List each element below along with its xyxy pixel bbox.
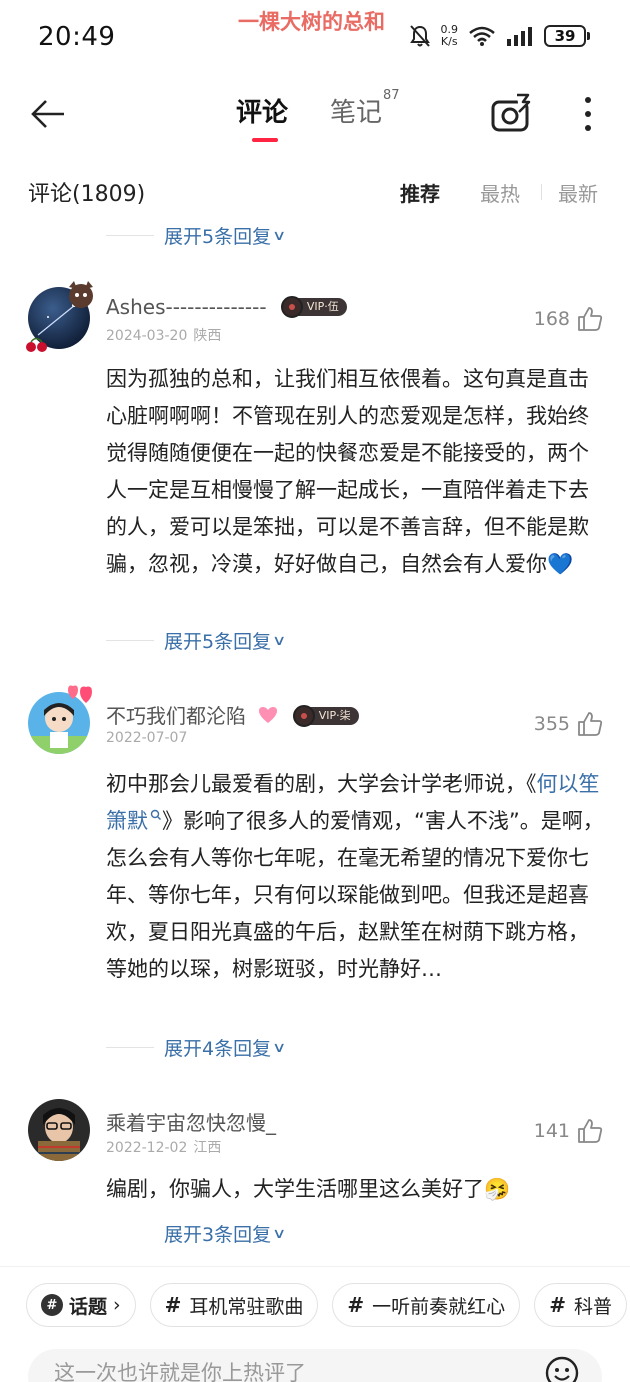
emoji-icon[interactable] [544, 1355, 580, 1382]
sort-hot[interactable]: 最热 [480, 178, 520, 207]
vip-badge: VIP·柒 [292, 704, 359, 727]
sort-divider [541, 184, 542, 200]
camera-icon[interactable] [490, 92, 532, 134]
wifi-icon [469, 26, 495, 46]
search-icon [150, 809, 161, 820]
tab-notes[interactable]: 笔记87 [330, 88, 400, 129]
comment-count: 评论(1809) [28, 182, 146, 207]
topic-chip[interactable]: # 话题 › [26, 1283, 136, 1327]
header: 评论 笔记87 [0, 78, 630, 150]
chevron-down-icon: ∨ [272, 227, 287, 244]
hashtag-chip[interactable]: # 耳机常驻歌曲 [149, 1283, 319, 1327]
network-speed: 0.9 K/s [440, 23, 459, 48]
active-tab-indicator [252, 138, 278, 142]
comment-date: 2022-12-02 [106, 1140, 188, 1156]
comment-text: 初中那会儿最爱看的剧，大学会计学老师说，《何以笙箫默 》影响了很多人的爱情观，“害… [106, 772, 604, 981]
topic-icon: # [41, 1294, 63, 1316]
comment-text: 编剧，你骗人，大学生活哪里这么美好了🤧 [106, 1177, 511, 1201]
comment-meta: 2022-07-07 [106, 730, 187, 746]
username[interactable]: 乘着宇宙忽快忽慢_ [106, 1107, 276, 1136]
signal-icon [507, 27, 532, 46]
avatar-decoration [69, 281, 93, 308]
topic-chips: # 话题 › # 耳机常驻歌曲 # 一听前奏就红心 # 科普 [26, 1283, 627, 1327]
more-icon[interactable] [576, 94, 600, 134]
notes-count: 87 [383, 88, 400, 104]
like-count: 141 [533, 1120, 570, 1142]
battery-icon: 39 [544, 25, 590, 47]
back-button[interactable] [28, 94, 68, 134]
username[interactable]: Ashes-------------- VIP·伍 [106, 295, 347, 319]
comments-toolbar: 评论(1809) 推荐 最热 最新 [0, 170, 630, 210]
expand-replies-button[interactable]: 展开3条回复 ∨ [106, 1220, 287, 1247]
comment-meta: 2022-12-02 江西 [106, 1137, 221, 1157]
like-count: 168 [533, 308, 570, 330]
status-time: 20:49 [38, 22, 116, 52]
comment-location: 江西 [193, 1140, 222, 1156]
comment-input[interactable] [54, 1361, 514, 1382]
heart-badge-icon [259, 706, 278, 723]
expand-replies-button[interactable]: 展开5条回复 ∨ [106, 627, 287, 654]
comment-location: 陕西 [193, 328, 222, 344]
bottom-bar: # 话题 › # 耳机常驻歌曲 # 一听前奏就红心 # 科普 [0, 1266, 630, 1382]
hashtag-chip[interactable]: # 科普 [534, 1283, 627, 1327]
hashtag-icon: # [347, 1293, 365, 1317]
comment-input-bar[interactable] [28, 1349, 602, 1382]
sort-recommend[interactable]: 推荐 [400, 178, 440, 207]
thumbs-up-icon [578, 307, 603, 331]
mute-icon [409, 25, 430, 47]
tab-comments[interactable]: 评论 [236, 92, 288, 142]
like-count: 355 [533, 713, 570, 735]
expand-replies-button[interactable]: 展开4条回复 ∨ [106, 1034, 287, 1061]
expand-replies-button[interactable]: 展开5条回复 ∨ [106, 222, 287, 249]
chevron-down-icon: ∨ [272, 1039, 287, 1056]
status-icons: 0.9 K/s 39 [409, 23, 590, 48]
like-button[interactable]: 168 [534, 305, 604, 333]
heart-decoration [68, 685, 92, 703]
chevron-right-icon: › [113, 1294, 121, 1316]
cherry-decoration [26, 337, 47, 352]
chevron-down-icon: ∨ [272, 632, 287, 649]
comment-text: 因为孤独的总和，让我们相互依偎着。这句真是直击心脏啊啊啊！不管现在别人的恋爱观是… [106, 367, 589, 576]
thumbs-up-icon [578, 1119, 603, 1143]
avatar[interactable] [28, 1099, 90, 1161]
comment-date: 2024-03-20 [106, 328, 188, 344]
username[interactable]: 不巧我们都沦陷 VIP·柒 [106, 700, 359, 729]
comment-meta: 2024-03-20 陕西 [106, 325, 221, 345]
hashtag-chip[interactable]: # 一听前奏就红心 [332, 1283, 521, 1327]
hashtag-icon: # [164, 1293, 182, 1317]
now-playing-marquee: 一棵大树的总和 [238, 10, 385, 34]
hashtag-icon: # [549, 1293, 566, 1317]
status-bar: 20:49 一棵大树的总和 0.9 K/s 39 [0, 0, 630, 78]
sort-new[interactable]: 最新 [558, 178, 598, 207]
like-button[interactable]: 355 [534, 710, 604, 738]
like-button[interactable]: 141 [534, 1117, 604, 1145]
thumbs-up-icon [578, 712, 603, 736]
chevron-down-icon: ∨ [272, 1225, 287, 1242]
back-arrow-icon [31, 100, 64, 128]
comment-date: 2022-07-07 [106, 730, 188, 746]
vip-badge: VIP·伍 [280, 295, 347, 318]
